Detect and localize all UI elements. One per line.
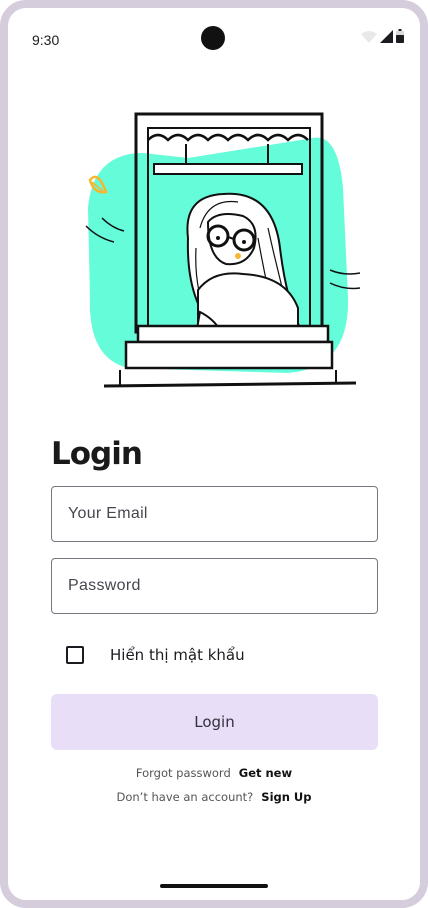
status-time: 9:30 [32, 32, 60, 48]
girl-at-window-illustration [85, 112, 361, 388]
signup-row: Don’t have an account? Sign Up [8, 790, 420, 804]
sign-up-link[interactable]: Sign Up [261, 790, 311, 804]
forgot-password-row: Forgot password Get new [8, 766, 420, 780]
show-password-label: Hiển thị mật khẩu [110, 646, 245, 664]
battery-icon [396, 29, 404, 48]
wifi-icon [361, 30, 377, 48]
show-password-row[interactable]: Hiển thị mật khẩu [66, 645, 245, 665]
camera-cutout [201, 26, 225, 50]
get-new-link[interactable]: Get new [239, 766, 292, 780]
signal-icon [380, 30, 393, 48]
show-password-checkbox[interactable] [66, 646, 84, 664]
phone-frame: 9:30 Login Your Email Hiển thị mật khẩu … [0, 0, 428, 908]
status-icons [361, 29, 404, 48]
page-title: Login [51, 436, 143, 472]
email-field[interactable] [51, 486, 378, 542]
home-indicator[interactable] [160, 884, 268, 888]
login-button[interactable]: Login [51, 694, 378, 750]
forgot-password-text: Forgot password [135, 766, 231, 780]
signup-text: Don’t have an account? [116, 790, 254, 804]
status-bar: 9:30 [8, 8, 420, 72]
password-field[interactable] [51, 558, 378, 614]
